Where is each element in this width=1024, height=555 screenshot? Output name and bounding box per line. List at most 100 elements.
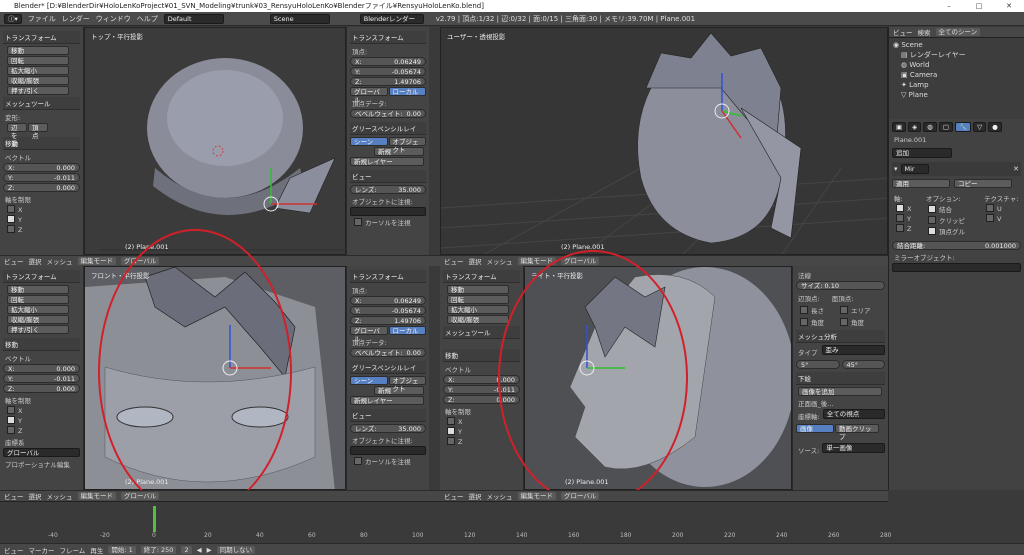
outliner-search-menu[interactable]: 検索 [918,27,931,37]
outliner-item-camera[interactable]: ▣ Camera [893,70,1020,80]
rotate-button-2[interactable]: 回転 [7,295,69,304]
gp-object-button[interactable]: オブジェクト [388,137,426,154]
area-checkbox[interactable]: エリア [840,305,871,315]
normal-size-field[interactable]: サイズ: 0.10 [796,281,885,290]
vp1-view-menu[interactable]: ビュー [4,256,24,266]
n-view-header[interactable]: ビュー [350,170,426,183]
outliner-item-scene[interactable]: ◉ Scene [893,40,1020,50]
vp2-view-menu[interactable]: ビュー [444,256,464,266]
scale-button-3[interactable]: 拡大縮小 [447,305,509,314]
source-select[interactable]: 単一画像 [822,443,885,453]
viewport-top[interactable]: トップ・平行投影 (2) Plane.001 [84,27,346,255]
merge-distance-field[interactable]: 結合距離: 0.001000 [892,241,1021,250]
sync-select[interactable]: 同期しない [216,545,256,554]
analysis-max-field[interactable]: 45° [841,360,885,369]
outliner-view-menu[interactable]: ビュー [893,27,913,37]
move-button-2[interactable]: 移動 [7,285,69,294]
vp1-mode-select[interactable]: 編集モード [77,257,116,265]
modifier-close-icon[interactable]: ✕ [1013,165,1019,173]
mesh-analysis-header[interactable]: メッシュ分析 [796,330,885,343]
lock-cursor-checkbox[interactable]: カーソルを注視 [354,217,426,227]
rotate-button[interactable]: 回転 [7,56,69,65]
scene-select[interactable]: Scene [269,13,330,24]
constraint-y-checkbox-2[interactable]: Y [7,416,80,425]
mirror-modifier-header[interactable]: ▾ Mir ✕ [892,162,1021,176]
editor-type-icon[interactable]: ⓘ▾ [4,13,22,24]
vp2-select-menu[interactable]: 選択 [469,256,482,266]
play-reverse-icon[interactable]: ◀ [197,546,202,554]
bevel-weight-field[interactable]: ベベルウェイト: 0.00 [350,109,426,118]
analysis-min-field[interactable]: 5° [796,360,840,369]
vp4-pivot-select[interactable]: グローバル [561,492,600,500]
vector-y-field-2[interactable]: Y: -0.011 [3,374,80,383]
local-button[interactable]: ローカル [388,87,426,96]
global-button[interactable]: グローバル [350,87,388,104]
vp4-view-menu[interactable]: ビュー [444,491,464,501]
menu-render[interactable]: レンダー [62,14,90,24]
add-image-button[interactable]: 画像を追加 [798,387,882,396]
vp2-mesh-menu[interactable]: メッシュ [487,256,513,266]
move-operator-header[interactable]: 移動 [3,137,80,150]
constraint-x-checkbox[interactable]: X [7,205,80,214]
image-source-button[interactable]: 画像 [796,424,834,433]
end-frame-field[interactable]: 終了: 250 [140,545,177,554]
n-vertex-z-field[interactable]: Z: 1.49706 [350,77,426,86]
vertex-group-checkbox[interactable]: 頂点グル [928,226,976,236]
minimize-icon[interactable]: – [934,0,964,12]
timeline-frame-menu[interactable]: フレーム [60,545,86,555]
push-pull-button[interactable]: 押す/引く [7,86,69,95]
tool-transform-header-2[interactable]: トランスフォーム [3,270,80,283]
n-view-header-2[interactable]: ビュー [350,409,426,422]
edge-slide-button[interactable]: 辺を滑 [7,123,27,148]
outliner-item-lamp[interactable]: ✦ Lamp [893,80,1020,90]
tool-transform-header-3[interactable]: トランスフォーム [443,270,520,283]
gp-new-layer-button[interactable]: 新規レイヤー [350,157,424,166]
lens-field-2[interactable]: レンズ: 35.000 [350,424,426,433]
scale-button[interactable]: 拡大縮小 [7,66,69,75]
vertex-slide-button[interactable]: 頂点 [28,123,48,140]
axis-select[interactable]: 全ての視点 [822,409,885,419]
object-tab-icon[interactable]: ▢ [938,122,953,132]
mirror-object-field[interactable] [892,263,1021,272]
vp3-mesh-menu[interactable]: メッシュ [47,491,73,501]
vp4-mode-select[interactable]: 編集モード [517,492,556,500]
mirror-v-checkbox[interactable]: V [986,214,1018,223]
vp3-pivot-select[interactable]: グローバル [121,492,160,500]
layout-select[interactable]: Default [163,13,224,24]
shrink-button[interactable]: 収縮/膨張 [7,76,69,85]
vp1-select-menu[interactable]: 選択 [29,256,42,266]
gp-scene-button-2[interactable]: シーン [350,376,388,385]
constraint-z-checkbox[interactable]: Z [7,225,80,234]
gp-new-layer-button-2[interactable]: 新規レイヤー [350,396,424,405]
vp4-mesh-menu[interactable]: メッシュ [487,491,513,501]
vp1-mesh-menu[interactable]: メッシュ [47,256,73,266]
outliner-item-renderlayers[interactable]: ▤ レンダーレイヤー [893,50,1020,60]
constraint-x-checkbox-2[interactable]: X [7,406,80,415]
add-modifier-select[interactable]: 追加 [892,148,952,158]
analysis-type-select[interactable]: 歪み [821,345,885,355]
n-vertex-y-field-2[interactable]: Y: -0.05674 [350,306,426,315]
material-tab-icon[interactable]: ● [988,122,1002,132]
movie-clip-button[interactable]: 動画クリップ [835,424,879,441]
n-vertex-z-field-2[interactable]: Z: 1.49706 [350,316,426,325]
data-tab-icon[interactable]: ▽ [973,122,987,132]
move-button-3[interactable]: 移動 [447,285,509,294]
current-frame-field[interactable]: 2 [181,545,192,554]
grease-pencil-header-2[interactable]: グリースペンシルレイ [350,361,426,374]
lock-object-field-2[interactable] [350,446,426,455]
clipping-checkbox[interactable]: クリッピ [928,215,976,225]
mirror-y-checkbox[interactable]: Y [896,214,918,223]
start-frame-field[interactable]: 開始: 1 [108,545,136,554]
merge-checkbox[interactable]: 結合 [928,204,976,214]
length-checkbox[interactable]: 長さ [800,305,824,315]
vector-z-field[interactable]: Z: 0.000 [3,183,80,192]
n-vertex-y-field[interactable]: Y: -0.05674 [350,67,426,76]
lens-field[interactable]: レンズ: 35.000 [350,185,426,194]
apply-button[interactable]: 適用 [892,179,950,188]
vector-x-field[interactable]: X: 0.000 [3,163,80,172]
render-engine-select[interactable]: Blenderレンダー [359,13,424,24]
current-frame-marker[interactable] [153,506,156,532]
outliner-item-world[interactable]: ◍ World [893,60,1020,70]
n-transform-header-2[interactable]: トランスフォーム [350,270,426,283]
lock-object-field[interactable] [350,207,426,216]
